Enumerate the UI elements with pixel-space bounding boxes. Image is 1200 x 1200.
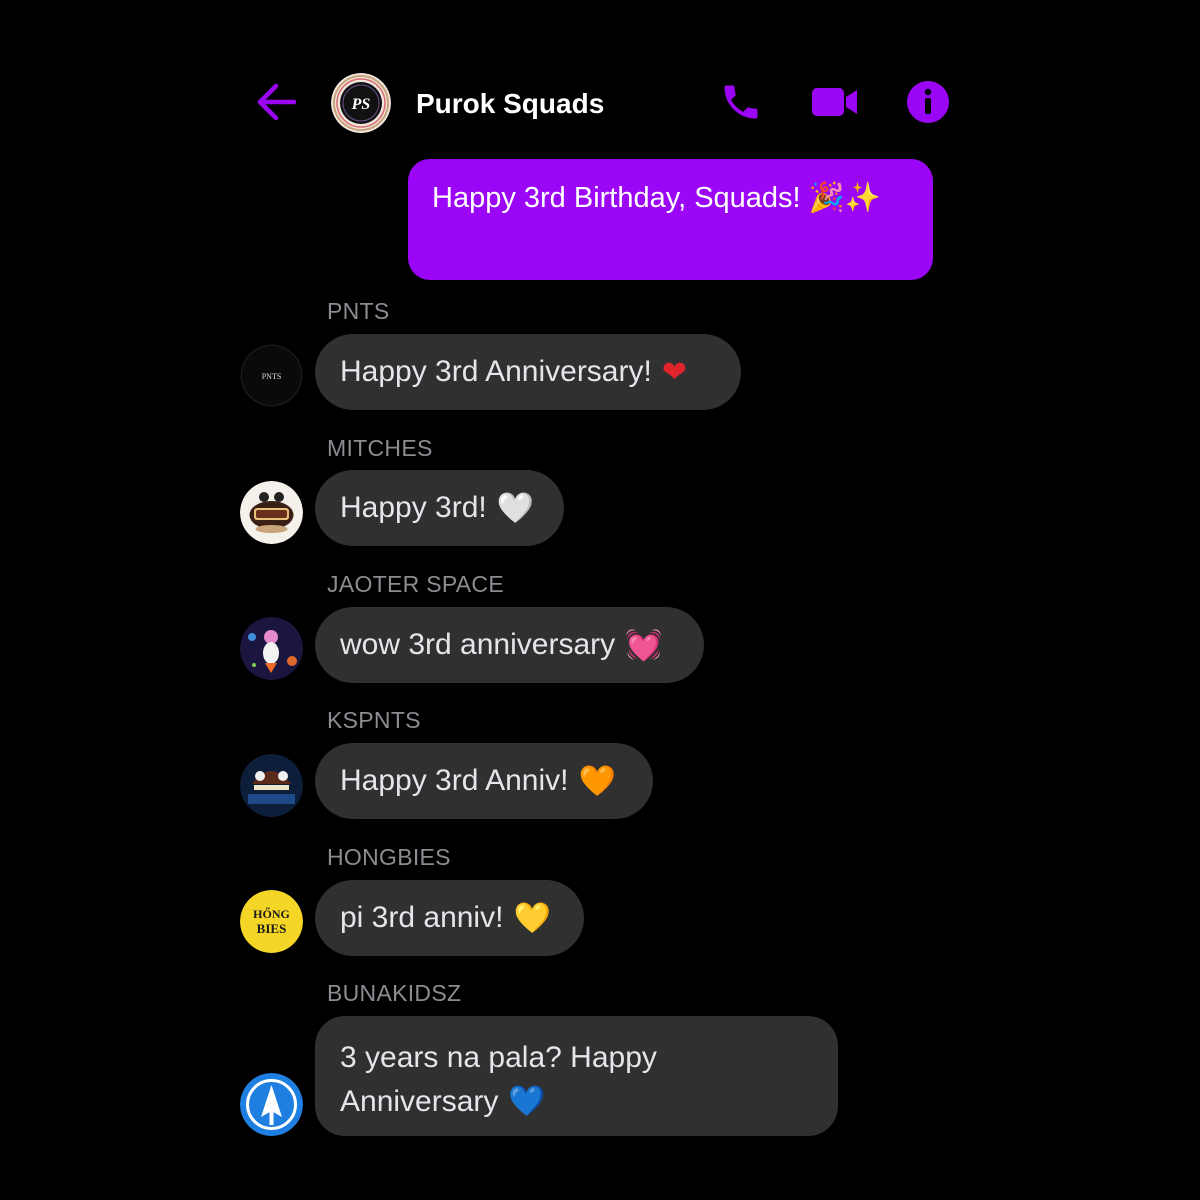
arrow-left-icon [254,82,298,122]
sent-message-bubble[interactable]: Happy 3rd Birthday, Squads! 🎉✨ [408,159,933,280]
sender-name: JAOTER SPACE [327,571,504,597]
message-bubble[interactable]: pi 3rd anniv! 💛 [315,880,584,956]
sender-name: KSPNTS [327,707,421,733]
sender-name: MITCHES [327,435,433,461]
message-text: wow 3rd anniversary [340,628,616,661]
sender-name: HONGBIES [327,844,451,870]
back-button[interactable] [252,80,300,124]
message-text: pi 3rd anniv! [340,901,504,934]
sender-name: BUNAKIDSZ [327,980,462,1006]
avatar-bunakidsz[interactable] [240,1073,303,1136]
message-text: Happy 3rd Anniv! [340,764,569,797]
video-call-button[interactable] [806,78,864,126]
sender-name: PNTS [327,298,390,324]
message-bubble[interactable]: wow 3rd anniversary 💓 [315,607,704,683]
audio-call-button[interactable] [716,78,766,126]
avatar-pnts[interactable]: PNTS [240,344,303,407]
blue-heart-emoji: 💙 [508,1084,546,1119]
red-heart-emoji: ❤ [661,354,687,390]
message-bubble[interactable]: Happy 3rd! 🤍 [315,470,564,546]
message-bubble[interactable]: Happy 3rd Anniversary! ❤ [315,334,741,410]
group-avatar-text: PS [351,96,371,113]
message-text: Happy 3rd! [340,491,487,524]
group-avatar[interactable]: PS [331,73,391,133]
svg-text:HŐNG: HŐNG [253,906,290,921]
avatar-kspnts[interactable] [240,754,303,817]
avatar-mitches[interactable] [240,481,303,544]
conversation-title[interactable]: Purok Squads [416,84,604,124]
message-bubble[interactable]: Happy 3rd Anniv! 🧡 [315,743,653,819]
svg-text:BIES: BIES [257,921,287,936]
message-text: Happy 3rd Anniversary! [340,355,652,388]
avatar-pnts-text: PNTS [262,372,282,381]
message-bubble[interactable]: 3 years na pala? Happy Anniversary 💙 [315,1016,838,1136]
info-icon [906,80,950,124]
yellow-heart-emoji: 💛 [513,900,551,936]
message-text: 3 years na pala? Happy Anniversary [340,1041,657,1118]
phone-icon [719,80,763,124]
orange-heart-emoji: 🧡 [578,763,616,799]
white-heart-emoji: 🤍 [496,490,535,526]
avatar-hongbies[interactable]: HŐNG BIES [240,890,303,953]
beating-heart-emoji: 💓 [625,627,663,663]
avatar-jaoter-space[interactable] [240,617,303,680]
info-button[interactable] [903,78,953,126]
video-camera-icon [810,84,860,120]
